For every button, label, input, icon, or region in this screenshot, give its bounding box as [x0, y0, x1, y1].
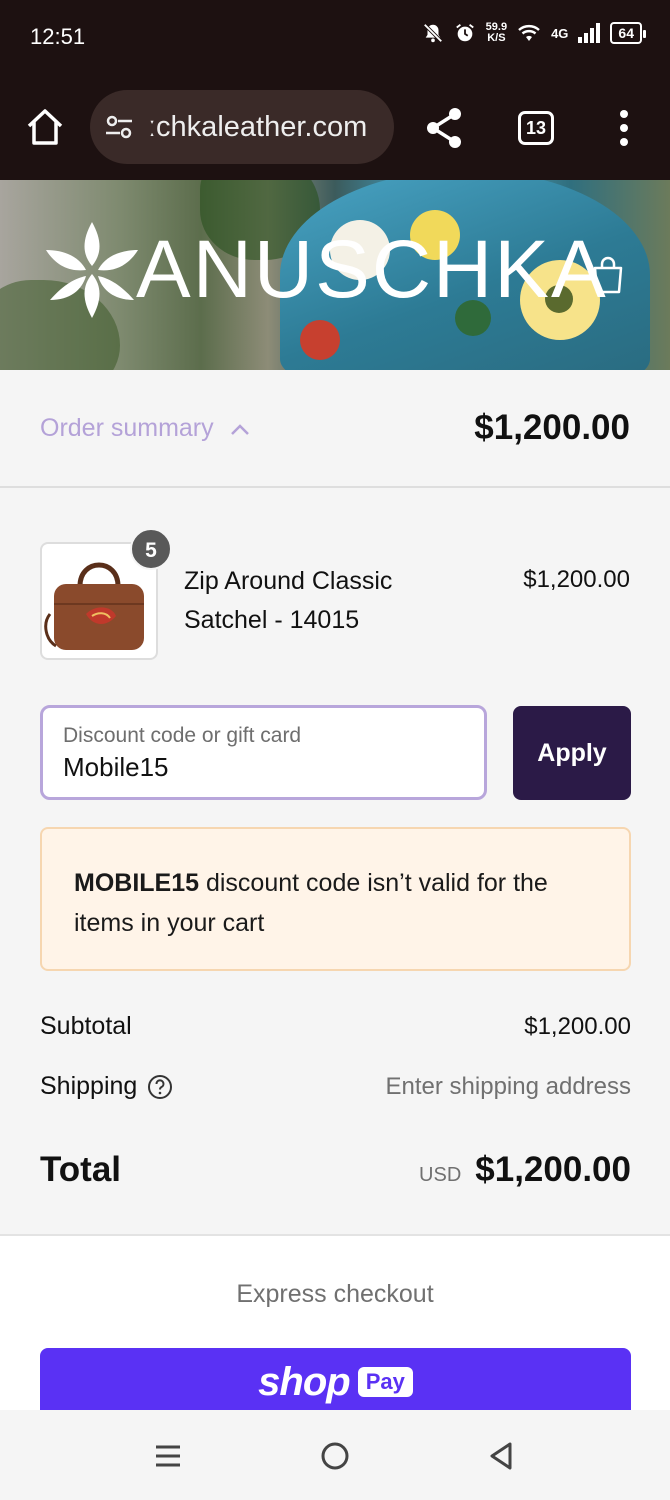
signal-icon	[578, 23, 601, 43]
shop-pay-logo: shop	[258, 1359, 351, 1404]
mute-notifications-icon	[423, 23, 443, 43]
order-summary-toggle[interactable]: Order summary	[40, 414, 250, 443]
help-icon[interactable]	[147, 1074, 173, 1100]
cart-icon[interactable]	[590, 256, 626, 294]
order-summary-header: Order summary $1,200.00	[0, 370, 670, 488]
quantity-badge: 5	[130, 528, 172, 570]
shipping-row: Shipping Enter shipping address	[40, 1072, 631, 1101]
site-settings-icon[interactable]	[104, 112, 134, 142]
status-bar: 12:51 59.9 K/S 4G 64	[0, 0, 670, 78]
back-icon[interactable]	[486, 1440, 518, 1472]
url-text: ːchkaleather.com	[148, 110, 368, 143]
discount-field[interactable]: Discount code or gift card	[40, 705, 487, 800]
brand-banner: ANUSCHKA	[0, 180, 670, 370]
brand-name: ANUSCHKA	[136, 224, 608, 315]
shop-pay-badge: Pay	[357, 1367, 413, 1397]
discount-error-notice: MOBILE15 discount code isn’t valid for t…	[40, 827, 631, 971]
discount-input[interactable]	[63, 752, 463, 783]
total-value-group: USD $1,200.00	[419, 1150, 631, 1190]
total-label: Total	[40, 1150, 122, 1189]
network-type: 4G	[551, 25, 569, 41]
express-checkout-section: Express checkout shop Pay	[0, 1234, 670, 1416]
apply-button[interactable]: Apply	[513, 706, 631, 800]
shipping-label: Shipping	[40, 1072, 138, 1100]
order-summary-label: Order summary	[40, 414, 214, 442]
more-menu-icon[interactable]	[614, 108, 634, 148]
order-summary-total: $1,200.00	[474, 408, 630, 447]
product-price: $1,200.00	[523, 566, 630, 593]
subtotal-row: Subtotal $1,200.00	[40, 1012, 631, 1041]
express-checkout-title: Express checkout	[236, 1280, 434, 1308]
system-nav-bar	[0, 1410, 670, 1500]
home-nav-icon[interactable]	[319, 1440, 351, 1472]
recent-apps-icon[interactable]	[152, 1440, 184, 1472]
subtotal-label: Subtotal	[40, 1012, 132, 1040]
chevron-up-icon	[230, 423, 249, 435]
logo-flower-icon	[46, 222, 138, 318]
discount-field-label: Discount code or gift card	[63, 724, 302, 747]
tab-switcher-button[interactable]: 13	[518, 111, 554, 145]
home-icon[interactable]	[24, 106, 66, 148]
address-bar[interactable]: ːchkaleather.com	[90, 90, 394, 164]
product-name: Zip Around Classic Satchel - 14015	[184, 567, 393, 634]
net-speed: 59.9 K/S	[485, 21, 508, 44]
total-currency: USD	[419, 1164, 462, 1186]
alarm-icon	[455, 24, 474, 42]
battery-indicator: 64	[610, 22, 646, 44]
wifi-icon	[518, 25, 540, 41]
status-time: 12:51	[30, 24, 86, 49]
shipping-label-group: Shipping	[40, 1072, 173, 1101]
share-icon[interactable]	[424, 106, 464, 150]
total-value: $1,200.00	[475, 1150, 631, 1189]
subtotal-value: $1,200.00	[524, 1012, 631, 1040]
brand-logo[interactable]: ANUSCHKA	[44, 220, 608, 320]
invalid-code: MOBILE15	[74, 869, 200, 897]
total-row: Total USD $1,200.00	[40, 1150, 631, 1190]
status-icons: 59.9 K/S 4G 64	[422, 21, 646, 44]
browser-toolbar: ːchkaleather.com 13	[0, 78, 670, 180]
shipping-value: Enter shipping address	[385, 1072, 631, 1100]
shop-pay-button[interactable]: shop Pay	[40, 1348, 631, 1416]
